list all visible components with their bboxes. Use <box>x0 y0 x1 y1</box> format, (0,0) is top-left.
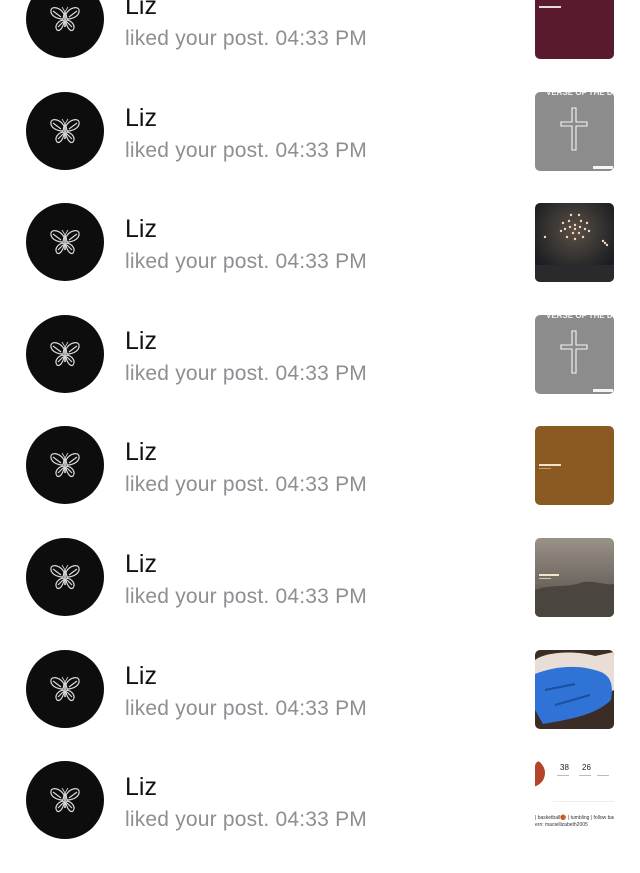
post-thumbnail[interactable] <box>535 426 614 505</box>
notification-time: 04:33 PM <box>275 697 367 720</box>
post-thumbnail[interactable] <box>535 203 614 282</box>
profile-stat-followers: 26 <box>582 763 591 772</box>
notification-row[interactable]: Liz liked your post. 04:33 PM <box>0 650 640 762</box>
notification-text: liked your post. <box>125 27 270 50</box>
notification-row[interactable]: Liz liked your post. 04:33 PM <box>0 203 640 315</box>
butterfly-icon <box>50 564 80 590</box>
notification-message: liked your post. 04:33 PM <box>125 585 367 609</box>
notification-row[interactable]: Liz liked your post. 04:33 PM VERSE OF T… <box>0 92 640 204</box>
username[interactable]: Liz <box>125 104 157 132</box>
username[interactable]: Liz <box>125 550 157 578</box>
notification-time: 04:33 PM <box>275 808 367 831</box>
verse-title: VERSE OF THE DAY <box>546 315 614 320</box>
notification-text: liked your post. <box>125 139 270 162</box>
notification-text: liked your post. <box>125 250 270 273</box>
butterfly-icon <box>50 452 80 478</box>
butterfly-icon <box>50 341 80 367</box>
avatar[interactable] <box>26 203 104 281</box>
notification-row[interactable]: Liz liked your post. 04:33 PM 38 26 | ba… <box>0 761 640 873</box>
notification-message: liked your post. 04:33 PM <box>125 808 367 832</box>
profile-stat-posts: 38 <box>560 763 569 772</box>
notification-text: liked your post. <box>125 585 270 608</box>
post-thumbnail[interactable] <box>535 650 614 729</box>
notification-text: liked your post. <box>125 808 270 831</box>
notification-message: liked your post. 04:33 PM <box>125 473 367 497</box>
username[interactable]: Liz <box>125 0 157 20</box>
post-thumbnail[interactable]: VERSE OF THE DAY <box>535 92 614 171</box>
username[interactable]: Liz <box>125 662 157 690</box>
post-thumbnail[interactable] <box>535 538 614 617</box>
avatar[interactable] <box>26 761 104 839</box>
butterfly-icon <box>50 676 80 702</box>
verse-title: VERSE OF THE DAY <box>546 92 614 97</box>
username[interactable]: Liz <box>125 773 157 801</box>
notification-time: 04:33 PM <box>275 585 367 608</box>
notification-text: liked your post. <box>125 473 270 496</box>
username[interactable]: Liz <box>125 215 157 243</box>
notification-message: liked your post. 04:33 PM <box>125 362 367 386</box>
avatar[interactable] <box>26 538 104 616</box>
avatar[interactable] <box>26 650 104 728</box>
post-thumbnail[interactable]: VERSE OF THE DAY <box>535 315 614 394</box>
notification-row[interactable]: Liz liked your post. 04:33 PM <box>0 538 640 650</box>
profile-bio-1: | basketball🏀 | tumbling | follow back <box>535 814 614 821</box>
avatar[interactable] <box>26 315 104 393</box>
notification-message: liked your post. 04:33 PM <box>125 250 367 274</box>
notification-row[interactable]: Liz liked your post. 04:33 PM VERSE OF T… <box>0 315 640 427</box>
notification-time: 04:33 PM <box>275 27 367 50</box>
notification-time: 04:33 PM <box>275 473 367 496</box>
username[interactable]: Liz <box>125 327 157 355</box>
post-thumbnail[interactable]: 38 26 | basketball🏀 | tumbling | follow … <box>535 761 614 840</box>
notification-message: liked your post. 04:33 PM <box>125 697 367 721</box>
avatar[interactable] <box>26 0 104 58</box>
notification-row[interactable]: Liz liked your post. 04:33 PM <box>0 426 640 538</box>
notification-row[interactable]: Liz liked your post. 04:33 PM <box>0 0 640 92</box>
butterfly-icon <box>50 229 80 255</box>
butterfly-icon <box>50 118 80 144</box>
username[interactable]: Liz <box>125 438 157 466</box>
avatar[interactable] <box>26 426 104 504</box>
butterfly-icon <box>50 787 80 813</box>
notification-text: liked your post. <box>125 362 270 385</box>
notification-time: 04:33 PM <box>275 250 367 273</box>
notification-text: liked your post. <box>125 697 270 720</box>
profile-bio-2: ern: maciellizabeth2005 <box>535 822 588 828</box>
butterfly-icon <box>50 6 80 32</box>
notification-time: 04:33 PM <box>275 362 367 385</box>
avatar[interactable] <box>26 92 104 170</box>
notification-message: liked your post. 04:33 PM <box>125 139 367 163</box>
post-thumbnail[interactable] <box>535 0 614 59</box>
notification-time: 04:33 PM <box>275 139 367 162</box>
notification-message: liked your post. 04:33 PM <box>125 27 367 51</box>
